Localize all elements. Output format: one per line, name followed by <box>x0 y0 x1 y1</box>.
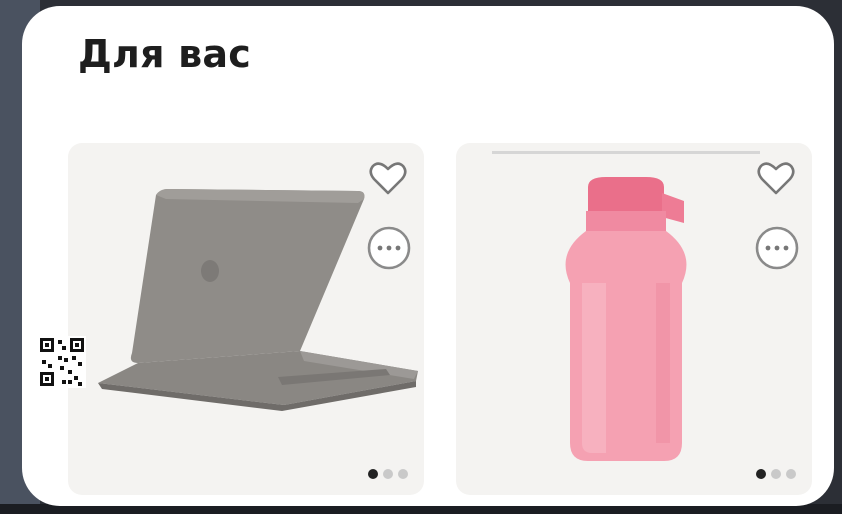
heart-icon[interactable] <box>366 157 410 201</box>
qr-code-icon <box>38 336 86 388</box>
gallery-dot <box>398 469 408 479</box>
heart-icon[interactable] <box>754 157 798 201</box>
product-card-laptop[interactable] <box>68 143 424 495</box>
section-title: Для вас <box>78 32 251 76</box>
more-icon[interactable] <box>754 225 800 271</box>
gallery-dot <box>771 469 781 479</box>
gallery-dot <box>383 469 393 479</box>
gallery-dots <box>368 469 408 479</box>
gallery-dot-active <box>756 469 766 479</box>
more-icon[interactable] <box>366 225 412 271</box>
gallery-dots <box>756 469 796 479</box>
gallery-dot-active <box>368 469 378 479</box>
product-card-bottle[interactable] <box>456 143 812 495</box>
recommendations-card: Для вас <box>22 6 834 506</box>
gallery-dot <box>786 469 796 479</box>
